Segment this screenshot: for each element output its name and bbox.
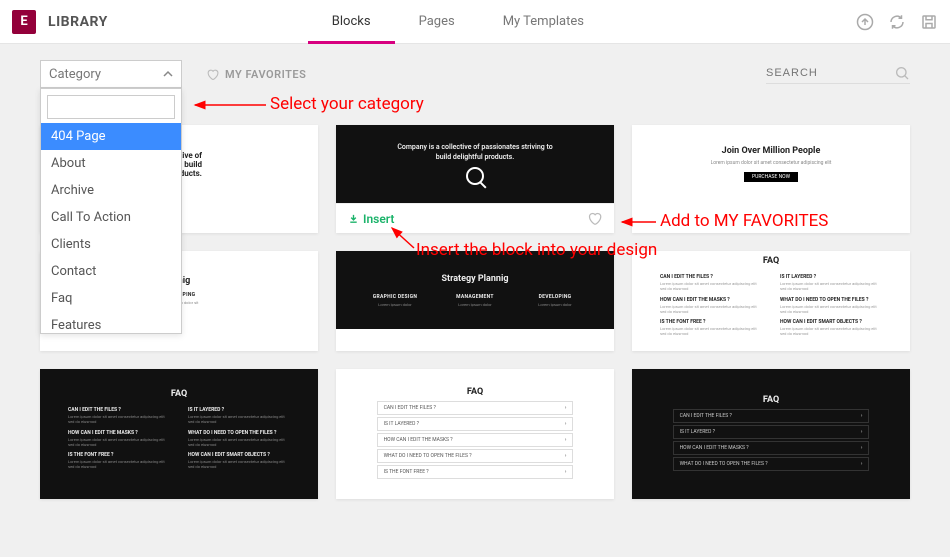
tab-pages[interactable]: Pages	[395, 0, 479, 44]
category-dropdown-list: 404 Page About Archive Call To Action Cl…	[41, 123, 181, 333]
tab-blocks[interactable]: Blocks	[308, 0, 395, 44]
category-option-clients[interactable]: Clients	[41, 231, 181, 258]
sync-icon[interactable]	[888, 13, 906, 31]
template-card[interactable]: FAQ CAN I EDIT THE FILES ?Lorem ipsum do…	[632, 251, 910, 351]
elementor-logo: E	[12, 10, 36, 34]
category-option-404[interactable]: 404 Page	[41, 123, 181, 150]
chevron-up-icon	[163, 69, 173, 79]
tab-my-templates[interactable]: My Templates	[479, 0, 608, 44]
category-select[interactable]: Category	[40, 60, 182, 88]
upload-icon[interactable]	[856, 13, 874, 31]
search-input[interactable]	[766, 67, 886, 79]
insert-button[interactable]: Insert	[348, 212, 394, 226]
library-title: LIBRARY	[48, 14, 108, 30]
template-card[interactable]: FAQ CAN I EDIT THE FILES ?› IS IT LAYERE…	[632, 369, 910, 499]
category-option-faq[interactable]: Faq	[41, 285, 181, 312]
my-favorites-filter[interactable]: MY FAVORITES	[206, 68, 306, 81]
template-card-hovered[interactable]: Company is a collective of passionates s…	[336, 125, 614, 233]
toolbar: Category MY FAVORITES	[0, 44, 950, 88]
search-icon[interactable]	[894, 65, 910, 81]
template-card[interactable]: FAQ CAN I EDIT THE FILES ?Lorem ipsum do…	[40, 369, 318, 499]
card-footer: Insert	[336, 203, 614, 233]
template-card[interactable]: FAQ CAN I EDIT THE FILES ?› IS IT LAYERE…	[336, 369, 614, 499]
heart-icon	[206, 68, 219, 81]
category-select-label: Category	[49, 67, 101, 82]
search-wrap	[766, 65, 910, 84]
save-icon[interactable]	[920, 13, 938, 31]
favorite-button[interactable]	[587, 211, 602, 226]
category-option-features[interactable]: Features	[41, 312, 181, 333]
download-icon	[348, 213, 359, 224]
category-option-about[interactable]: About	[41, 150, 181, 177]
category-option-contact[interactable]: Contact	[41, 258, 181, 285]
template-card[interactable]: Join Over Million People Lorem ipsum dol…	[632, 125, 910, 233]
topbar: E LIBRARY Blocks Pages My Templates	[0, 0, 950, 44]
category-dropdown: 404 Page About Archive Call To Action Cl…	[40, 88, 182, 334]
category-option-cta[interactable]: Call To Action	[41, 204, 181, 231]
magnify-icon	[466, 167, 484, 185]
category-filter-input[interactable]	[47, 95, 175, 119]
top-icons	[856, 13, 938, 31]
category-option-archive[interactable]: Archive	[41, 177, 181, 204]
template-card[interactable]: Strategy Plannig GRAPHIC DESIGNLorem ips…	[336, 251, 614, 351]
tabs: Blocks Pages My Templates	[308, 0, 608, 44]
annotation-select-category: Select your category	[270, 94, 424, 114]
